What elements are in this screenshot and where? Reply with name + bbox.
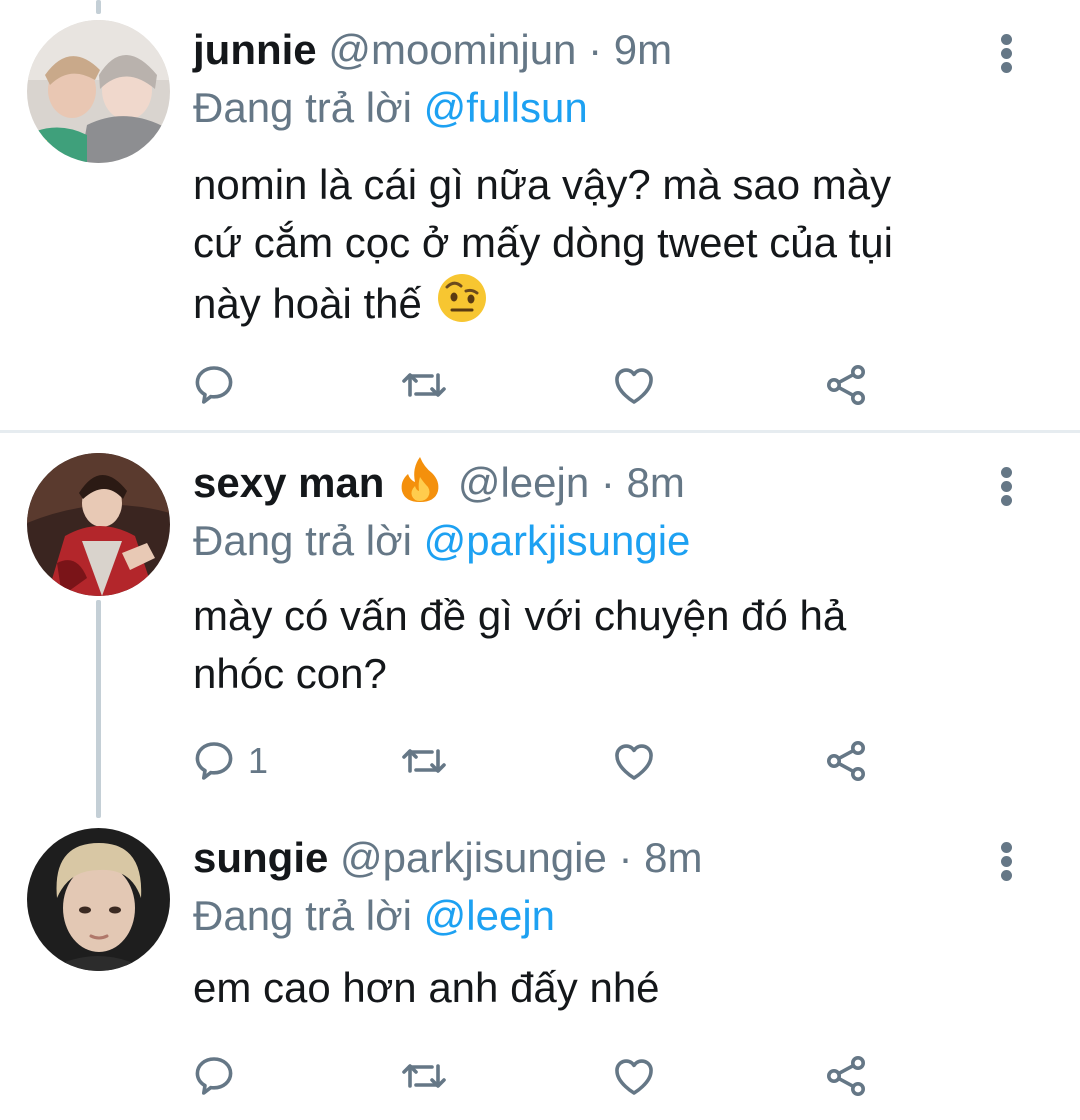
mention-link[interactable]: @leejn bbox=[424, 892, 555, 939]
display-name[interactable]: sungie bbox=[193, 834, 328, 881]
tweet-actions bbox=[190, 360, 890, 410]
retweet-button[interactable] bbox=[400, 736, 458, 786]
display-name[interactable]: sexy man bbox=[193, 459, 384, 506]
replying-to: Đang trả lời @leejn bbox=[193, 888, 555, 944]
like-icon bbox=[610, 361, 658, 409]
retweet-icon bbox=[400, 361, 448, 409]
face-with-raised-eyebrow-emoji bbox=[437, 274, 486, 322]
reply-button[interactable] bbox=[190, 360, 248, 410]
fire-emoji bbox=[401, 457, 439, 502]
reply-button[interactable]: 1 bbox=[190, 736, 268, 786]
tweet-text-line: cứ cắm cọc ở mấy dòng tweet của tụi bbox=[193, 219, 893, 266]
tweet-text-line: mày có vấn đề gì với chuyện đó hả bbox=[193, 592, 847, 639]
tweet-header: sungie @parkjisungie · 8m bbox=[193, 830, 703, 886]
more-options-icon[interactable] bbox=[990, 842, 1024, 882]
replying-to-label: Đang trả lời bbox=[193, 84, 412, 131]
tweet[interactable]: junnie @moominjun · 9m Đang trả lời @ful… bbox=[0, 0, 1080, 430]
tweet-header: junnie @moominjun · 9m bbox=[193, 22, 672, 78]
timestamp[interactable]: 8m bbox=[644, 834, 702, 881]
user-handle[interactable]: @leejn bbox=[458, 459, 589, 506]
tweet-text-line: nomin là cái gì nữa vậy? mà sao mày bbox=[193, 161, 892, 208]
reply-button[interactable] bbox=[190, 1051, 248, 1101]
share-button[interactable] bbox=[822, 360, 870, 410]
avatar[interactable] bbox=[27, 453, 170, 596]
avatar[interactable] bbox=[27, 20, 170, 163]
tweet-text-line: này hoài thế bbox=[193, 272, 1023, 333]
tweet[interactable]: sexy man @leejn · 8m Đang trả lời @parkj… bbox=[0, 433, 1080, 816]
timestamp[interactable]: 8m bbox=[627, 459, 685, 506]
separator-dot: · bbox=[588, 26, 603, 73]
tweet-actions: 1 bbox=[190, 736, 890, 786]
share-icon bbox=[822, 1052, 870, 1100]
retweet-icon bbox=[400, 737, 448, 785]
separator-dot: · bbox=[618, 834, 633, 881]
like-icon bbox=[610, 737, 658, 785]
tweet-text-line: em cao hơn anh đấy nhé bbox=[193, 964, 660, 1011]
retweet-button[interactable] bbox=[400, 360, 458, 410]
share-icon bbox=[822, 737, 870, 785]
more-options-icon[interactable] bbox=[990, 467, 1024, 507]
retweet-icon bbox=[400, 1052, 448, 1100]
user-handle[interactable]: @moominjun bbox=[328, 26, 576, 73]
more-options-icon[interactable] bbox=[990, 34, 1024, 74]
retweet-button[interactable] bbox=[400, 1051, 458, 1101]
share-icon bbox=[822, 361, 870, 409]
share-button[interactable] bbox=[822, 1051, 870, 1101]
replying-to: Đang trả lời @parkjisungie bbox=[193, 513, 690, 569]
avatar[interactable] bbox=[27, 828, 170, 971]
mention-link[interactable]: @fullsun bbox=[424, 84, 588, 131]
reply-icon bbox=[190, 737, 238, 785]
tweet[interactable]: sungie @parkjisungie · 8m Đang trả lời @… bbox=[0, 808, 1080, 1120]
like-button[interactable] bbox=[610, 1051, 668, 1101]
share-button[interactable] bbox=[822, 736, 870, 786]
timestamp[interactable]: 9m bbox=[614, 26, 672, 73]
tweet-text-line: nhóc con? bbox=[193, 650, 387, 697]
tweet-actions bbox=[190, 1051, 890, 1101]
reply-icon bbox=[190, 361, 238, 409]
like-icon bbox=[610, 1052, 658, 1100]
replying-to-label: Đang trả lời bbox=[193, 892, 412, 939]
tweet-text: nomin là cái gì nữa vậy? mà sao mày cứ c… bbox=[193, 156, 1023, 333]
tweet-header: sexy man @leejn · 8m bbox=[193, 455, 685, 511]
replying-to-label: Đang trả lời bbox=[193, 517, 412, 564]
tweet-text: em cao hơn anh đấy nhé bbox=[193, 959, 1023, 1017]
like-button[interactable] bbox=[610, 736, 668, 786]
reply-count: 1 bbox=[248, 740, 269, 781]
replying-to: Đang trả lời @fullsun bbox=[193, 80, 588, 136]
separator-dot: · bbox=[600, 459, 615, 506]
like-button[interactable] bbox=[610, 360, 668, 410]
mention-link[interactable]: @parkjisungie bbox=[424, 517, 691, 564]
tweet-text: mày có vấn đề gì với chuyện đó hả nhóc c… bbox=[193, 587, 1023, 703]
user-handle[interactable]: @parkjisungie bbox=[340, 834, 607, 881]
display-name[interactable]: junnie bbox=[193, 26, 317, 73]
reply-icon bbox=[190, 1052, 238, 1100]
